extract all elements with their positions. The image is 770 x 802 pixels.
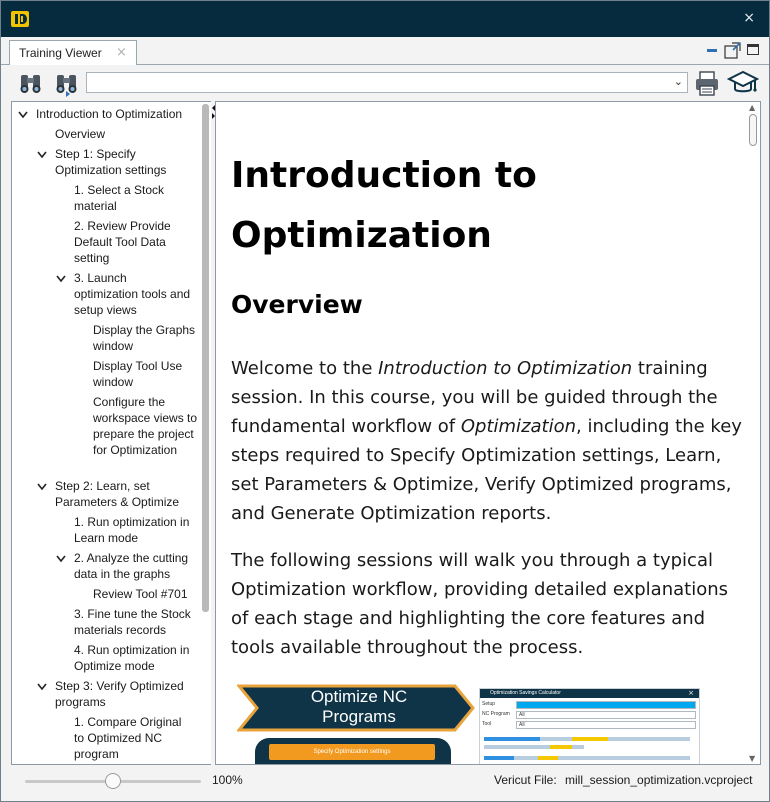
- calculator-close-icon: ×: [688, 689, 694, 697]
- tree-item-label: Display the Graphs window: [93, 323, 196, 353]
- tree-item-label: Step 2: Learn, set Parameters & Optimize: [55, 479, 180, 509]
- zoom-level: 100%: [212, 773, 243, 787]
- tree-scrollbar[interactable]: [201, 102, 211, 764]
- calculator-bar-3-yellow: [538, 756, 558, 760]
- calculator-row-field: [516, 701, 696, 709]
- tree-item-label: 4. Run optimization in Optimize mode: [74, 643, 190, 673]
- tree-item-label: 2. Analyze the cutting data in the graph…: [74, 551, 189, 581]
- tree-item[interactable]: Introduction to Optimization: [36, 106, 196, 122]
- tree-item-label: 3. Fine tune the Stock materials records: [74, 607, 191, 637]
- chevron-down-icon[interactable]: [56, 275, 66, 283]
- view-tab-row: Training Viewer ×: [1, 37, 769, 66]
- tree-item-label: Display Tool Use window: [93, 359, 183, 389]
- calculator-row-field: [516, 721, 696, 729]
- tree-item-label: 2. Review Provide Default Tool Data sett…: [74, 219, 171, 265]
- tree-item-label: Step 3: Verify Optimized programs: [55, 679, 184, 709]
- sessions-paragraph: The following sessions will walk you thr…: [231, 550, 728, 658]
- calculator-bar-3: [484, 756, 690, 760]
- file-name: mill_session_optimization.vcproject: [565, 773, 753, 787]
- chevron-down-icon[interactable]: [37, 151, 47, 159]
- tree-item[interactable]: Display the Graphs window: [93, 322, 203, 354]
- calculator-bar-1-yellow: [572, 737, 608, 741]
- calculator-bar-1-blue: [484, 737, 540, 741]
- status-bar: 100% Vericut File: mill_session_optimiza…: [1, 765, 769, 801]
- tree-item[interactable]: Overview: [55, 126, 195, 142]
- page-title: Introduction to Optimization: [231, 155, 537, 256]
- tree-item-label: Review Tool #701: [93, 587, 188, 601]
- tree-item[interactable]: 3. Fine tune the Stock materials records: [74, 606, 199, 638]
- calculator-row-field: [516, 711, 696, 719]
- tab-training-viewer[interactable]: Training Viewer ×: [9, 40, 137, 66]
- tree-item[interactable]: 1. Select a Stock material: [74, 182, 194, 214]
- tab-label: Training Viewer: [19, 46, 102, 60]
- chevron-down-icon[interactable]: [37, 683, 47, 691]
- tree-item[interactable]: Display Tool Use window: [93, 358, 203, 390]
- binoculars-next-icon[interactable]: [53, 69, 81, 97]
- graduation-cap-icon[interactable]: [727, 69, 759, 97]
- intro-paragraph: Welcome to the Introduction to Optimizat…: [231, 358, 742, 524]
- tree-item[interactable]: Configure the workspace views to prepare…: [93, 394, 203, 458]
- tree-item[interactable]: 3. Launch optimization tools and setup v…: [74, 270, 194, 318]
- calculator-bar-2-yellow: [550, 745, 572, 749]
- tree-item[interactable]: 4. Run optimization in Optimize mode: [74, 642, 199, 674]
- tree-item-label: Step 1: Specify Optimization settings: [55, 147, 167, 177]
- tree-item[interactable]: Step 3: Verify Optimized programs: [55, 678, 195, 710]
- calculator-row-label: Tool: [482, 721, 492, 727]
- tree-item[interactable]: 1. Run optimization in Learn mode: [74, 514, 199, 546]
- calculator-row-label: NC Program: [482, 711, 510, 717]
- tree-item-label: 3. Launch optimization tools and setup v…: [74, 271, 191, 317]
- scroll-up-icon[interactable]: ▲: [749, 103, 755, 112]
- workflow-figure: Optimize NC Programs Specify Optimizatio…: [237, 684, 477, 764]
- tree-item[interactable]: Review Tool #701: [93, 586, 203, 602]
- tree-item[interactable]: Step 1: Specify Optimization settings: [55, 146, 195, 178]
- scroll-down-icon[interactable]: ▼: [749, 754, 755, 763]
- window-close-button[interactable]: ×: [743, 10, 755, 26]
- calculator-title: Optimization Savings Calculator: [490, 690, 561, 696]
- toolbar: ⌄: [1, 65, 769, 101]
- tree-item-label: 1. Select a Stock material: [74, 183, 165, 213]
- minimize-view-icon[interactable]: [707, 49, 717, 52]
- figure-step-button: Specify Optimization settings: [269, 744, 435, 760]
- chevron-down-icon[interactable]: [56, 555, 66, 563]
- tree-item-label: Configure the workspace views to prepare…: [93, 395, 198, 457]
- printer-icon[interactable]: [693, 69, 721, 97]
- section-heading: Overview: [231, 290, 363, 319]
- document-scrollbar[interactable]: ▲ ▼: [746, 102, 760, 764]
- chevron-down-icon[interactable]: [18, 111, 28, 119]
- calculator-row-value: All: [519, 722, 525, 728]
- tree-item-label: 1. Compare Original to Optimized NC prog…: [74, 715, 182, 761]
- tab-close-icon[interactable]: ×: [116, 45, 127, 60]
- binoculars-icon[interactable]: [17, 69, 45, 97]
- app-logo-icon: [11, 11, 29, 27]
- chevron-down-icon[interactable]: ⌄: [674, 75, 683, 88]
- tree-item-label: Introduction to Optimization: [36, 107, 183, 121]
- chevron-down-icon[interactable]: [37, 483, 47, 491]
- search-combo[interactable]: ⌄: [86, 72, 688, 93]
- tree-item-label: 1. Run optimization in Learn mode: [74, 515, 190, 545]
- training-viewer-window: × Training Viewer × ⌄ Introduction to Op…: [0, 0, 770, 802]
- maximize-view-icon[interactable]: [747, 44, 759, 55]
- document-scrollbar-thumb[interactable]: [749, 114, 757, 146]
- tree-scrollbar-thumb[interactable]: [202, 104, 209, 612]
- tree-item[interactable]: Step 2: Learn, set Parameters & Optimize: [55, 478, 195, 510]
- document-view: Introduction to Optimization Overview We…: [215, 101, 761, 765]
- calculator-row-value: All: [519, 712, 525, 718]
- tree-item[interactable]: 2. Analyze the cutting data in the graph…: [74, 550, 199, 582]
- tree-item[interactable]: 1. Compare Original to Optimized NC prog…: [74, 714, 194, 762]
- file-label: Vericut File:: [494, 773, 557, 787]
- calculator-bar-3-blue: [484, 756, 514, 760]
- tree-item[interactable]: 2. Review Provide Default Tool Data sett…: [74, 218, 194, 266]
- title-bar: ×: [1, 1, 769, 37]
- zoom-slider-thumb[interactable]: [105, 773, 121, 789]
- training-tree: Introduction to Optimization Overview Step…: [11, 101, 211, 765]
- calculator-row-label: Setup: [482, 701, 496, 707]
- detach-view-icon[interactable]: [724, 41, 742, 59]
- calculator-thumbnail: Optimization Savings Calculator × Setup N…: [479, 688, 700, 764]
- figure-banner-text: Optimize NC Programs: [310, 687, 408, 726]
- tree-item-label: Overview: [55, 127, 106, 141]
